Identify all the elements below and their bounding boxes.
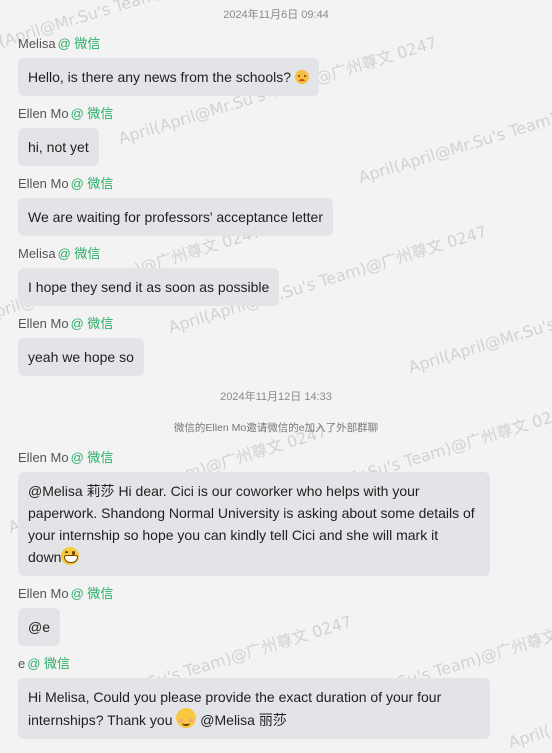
watermark: April(April@Mr.Su's Team)@广州尊文 0247	[356, 72, 552, 187]
sender-name[interactable]: Ellen Mo	[18, 586, 69, 601]
message-line: your internship so hope you can kindly t…	[28, 527, 439, 543]
sender-name[interactable]: Ellen Mo	[18, 316, 69, 331]
message-line: Hi Melisa, Could you please provide the …	[28, 689, 442, 705]
message-text: We are waiting for professors' acceptanc…	[28, 209, 323, 225]
message: Melisa @ 微信 Hello, is there any news from…	[18, 36, 319, 96]
system-notice: 微信的Ellen Mo邀请微信的e加入了外部群聊	[173, 422, 379, 434]
message-bubble[interactable]: Hi Melisa, Could you please provide the …	[18, 678, 490, 739]
message: Melisa @ 微信 I hope they send it as soon a…	[18, 246, 280, 306]
message: Ellen Mo @ 微信 hi, not yet	[18, 106, 113, 166]
worried-face-emoji	[294, 70, 309, 84]
sender-source: @ 微信	[57, 246, 101, 261]
sender-name[interactable]: Ellen Mo	[18, 106, 69, 121]
timestamp: 2024年11月6日 09:44	[223, 9, 329, 21]
message-bubble[interactable]: @e	[18, 608, 60, 646]
message-bubble[interactable]: hi, not yet	[18, 128, 99, 166]
watermark: April(April@Mr.Su's Team)@广州尊文 0247	[506, 637, 552, 752]
sender-source: @ 微信	[70, 450, 114, 465]
sender-name[interactable]: Ellen Mo	[18, 176, 69, 191]
sender-source: @ 微信	[27, 656, 71, 671]
sender-source: @ 微信	[57, 36, 101, 51]
message: Ellen Mo @ 微信 @Melisa 莉莎 Hi dear. Cici is…	[18, 450, 490, 576]
message: Ellen Mo @ 微信 We are waiting for professo…	[18, 176, 333, 236]
message-bubble[interactable]: @Melisa 莉莎 Hi dear. Cici is our coworker…	[18, 472, 490, 576]
grinning-face-emoji	[61, 547, 80, 565]
message-line: paperwork. Shandong Normal University is…	[28, 505, 475, 521]
sender-name[interactable]: Ellen Mo	[18, 450, 69, 465]
message-bubble[interactable]: yeah we hope so	[18, 338, 144, 376]
message-line: internships? Thank you	[28, 712, 173, 728]
sender-name[interactable]: e	[18, 656, 25, 671]
message: e @ 微信 Hi Melisa, Could you please provid…	[18, 656, 490, 739]
sender-source: @ 微信	[70, 316, 114, 331]
message-text: hi, not yet	[28, 139, 89, 155]
message-text: Hello, is there any news from the school…	[28, 69, 292, 85]
message-text: @e	[28, 619, 50, 635]
smiling-face-emoji	[176, 708, 197, 728]
message-bubble[interactable]: I hope they send it as soon as possible	[18, 268, 280, 306]
timestamp: 2024年11月12日 14:33	[220, 391, 332, 403]
message-line: down	[28, 549, 62, 565]
message-bubble[interactable]: We are waiting for professors' acceptanc…	[18, 198, 333, 236]
sender-source: @ 微信	[70, 106, 114, 121]
sender-name[interactable]: Melisa	[18, 36, 56, 51]
message-line: @Melisa 莉莎 Hi dear. Cici is our coworker…	[28, 483, 420, 499]
sender-source: @ 微信	[70, 176, 114, 191]
sender-name[interactable]: Melisa	[18, 246, 56, 261]
message: Ellen Mo @ 微信 @e	[18, 586, 113, 646]
sender-source: @ 微信	[70, 586, 114, 601]
message-text: yeah we hope so	[28, 349, 134, 365]
mention[interactable]: @Melisa 丽莎	[200, 712, 287, 728]
message: Ellen Mo @ 微信 yeah we hope so	[18, 316, 144, 376]
watermark: April(April@Mr.Su's Team)@广州尊文 0247	[406, 262, 552, 377]
message-text: I hope they send it as soon as possible	[28, 279, 270, 295]
message-bubble[interactable]: Hello, is there any news from the school…	[18, 58, 319, 96]
